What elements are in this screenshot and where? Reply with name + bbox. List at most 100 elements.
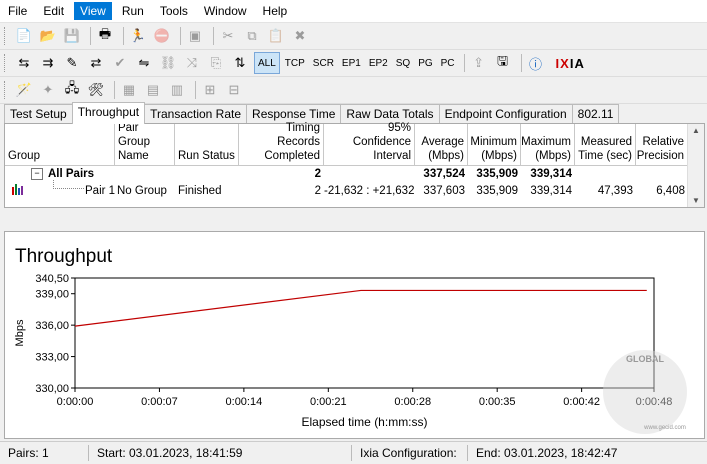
save-results-icon[interactable]: 🖫 — [493, 53, 513, 73]
grid-vertical-scrollbar[interactable]: ▲ ▼ — [687, 124, 704, 207]
filter-sq-button[interactable]: SQ — [393, 53, 413, 73]
paste-icon[interactable]: 📋 — [266, 26, 286, 46]
new-file-icon[interactable]: 📄 — [14, 26, 34, 46]
wizard-2-icon[interactable]: ✦ — [38, 80, 58, 100]
network-icon[interactable]: 🖧 — [62, 80, 82, 100]
x-tick-label: 0:00:14 — [226, 396, 263, 408]
watermark-url: www.gecid.com — [643, 425, 686, 431]
tab-test-setup[interactable]: Test Setup — [4, 104, 73, 124]
save-icon[interactable]: 💾 — [62, 26, 82, 46]
filter-ep1-button[interactable]: EP1 — [339, 53, 364, 73]
col-header-measured-time[interactable]: Measured Time (sec) — [575, 124, 636, 166]
stop-icon[interactable]: ⛔ — [152, 26, 172, 46]
add-multicast-icon[interactable]: ⇉ — [38, 53, 58, 73]
tab-802-11[interactable]: 802.11 — [571, 104, 620, 124]
layout-2-icon[interactable]: ⊟ — [224, 80, 244, 100]
status-pairs: Pairs: 1 — [0, 445, 89, 461]
col-header-timing-records[interactable]: Timing Records Completed — [239, 122, 324, 166]
split-icon[interactable]: ⤨ — [182, 53, 202, 73]
menu-help[interactable]: Help — [257, 2, 294, 20]
col-header-pair-group-name[interactable]: Pair Group Name — [115, 122, 175, 166]
grid-3-icon[interactable]: ▥ — [167, 80, 187, 100]
filter-pg-button[interactable]: PG — [415, 53, 435, 73]
tab-throughput[interactable]: Throughput — [71, 102, 146, 124]
pair-1-timing: 2 — [314, 185, 321, 197]
y-tick-label: 340,50 — [35, 273, 69, 285]
tab-endpoint-configuration[interactable]: Endpoint Configuration — [438, 104, 573, 124]
scroll-down-icon[interactable]: ▼ — [692, 196, 700, 205]
pair-1-minimum: 335,909 — [476, 185, 518, 197]
tree-connector — [53, 180, 84, 189]
y-axis-label: Mbps — [14, 319, 26, 346]
menu-edit[interactable]: Edit — [37, 2, 70, 20]
layout-icon[interactable]: ⊞ — [200, 80, 220, 100]
menu-tools[interactable]: Tools — [154, 2, 194, 20]
delete-icon[interactable]: ✖ — [290, 26, 310, 46]
grid-2-icon[interactable]: ▤ — [143, 80, 163, 100]
col-header-pair-group-name-line2: Name — [118, 150, 149, 162]
check-icon[interactable]: ✔ — [110, 53, 130, 73]
edit-pair-icon[interactable]: ✎ — [62, 53, 82, 73]
toolbar-separator — [463, 54, 465, 72]
all-pairs-label: All Pairs — [48, 168, 95, 180]
col-header-relative-precision[interactable]: Relative Precision — [636, 124, 688, 166]
grid-1-icon[interactable]: ▦ — [119, 80, 139, 100]
print-icon[interactable]: 🖶 — [95, 26, 115, 46]
y-tick-label: 330,00 — [35, 383, 69, 395]
toolbar-separator — [90, 27, 91, 45]
col-header-maximum[interactable]: Maximum (Mbps) — [521, 124, 575, 166]
scroll-up-icon[interactable]: ▲ — [692, 126, 700, 135]
menu-run[interactable]: Run — [116, 2, 150, 20]
pair-1-average: 337,603 — [423, 185, 465, 197]
swap-endpoints-icon[interactable]: ⇋ — [134, 53, 154, 73]
menu-file[interactable]: File — [2, 2, 33, 20]
col-header-rel-line2: Precision — [636, 150, 684, 162]
toolbar-separator — [520, 54, 522, 72]
toolbar-pairs: ⇆ ⇉ ✎ ⇄ ✔ ⇋ ⛓ ⤨ ⎘ ⇅ ALL TCP SCR EP1 EP2 … — [0, 50, 707, 77]
sort-icon[interactable]: ⇅ — [230, 53, 250, 73]
col-header-conf-line2: Interval — [373, 150, 411, 162]
filter-pc-button[interactable]: PC — [438, 53, 458, 73]
filter-all-button[interactable]: ALL — [254, 52, 280, 74]
col-header-max-line1: Maximum — [521, 136, 571, 148]
col-header-min-line1: Minimum — [470, 136, 517, 148]
pair-1-label: Pair 1 — [85, 185, 116, 197]
col-header-group[interactable]: Group — [5, 124, 115, 166]
status-ixia-configuration: Ixia Configuration: — [352, 445, 468, 461]
add-pair-icon[interactable]: ⇆ — [14, 53, 34, 73]
run-icon[interactable]: 🏃 — [128, 26, 148, 46]
all-pairs-maximum: 339,314 — [530, 168, 572, 180]
link-icon[interactable]: ⛓ — [158, 53, 178, 73]
col-header-average[interactable]: Average (Mbps) — [415, 124, 468, 166]
col-header-confidence[interactable]: 95% Confidence Interval — [324, 122, 415, 166]
cut-icon[interactable]: ✂ — [218, 26, 238, 46]
filter-scr-button[interactable]: SCR — [310, 53, 337, 73]
throughput-chart-panel: Throughput 330,00 333,00 336,00 339,00 340,50… — [4, 231, 705, 439]
filter-ep2-button[interactable]: EP2 — [366, 53, 391, 73]
menu-view[interactable]: View — [74, 2, 112, 20]
tools-icon[interactable]: 🛠 — [86, 80, 106, 100]
info-icon[interactable]: ⓘ — [526, 53, 546, 73]
wizard-icon[interactable]: 🪄 — [14, 80, 34, 100]
export-icon[interactable]: ⇪ — [469, 53, 489, 73]
open-folder-icon[interactable]: 📂 — [38, 26, 58, 46]
col-header-run-status[interactable]: Run Status — [175, 124, 239, 166]
pair-1-confidence: -21,632 : +21,632 — [324, 185, 415, 197]
filter-tcp-button[interactable]: TCP — [282, 53, 308, 73]
col-header-minimum[interactable]: Minimum (Mbps) — [468, 124, 521, 166]
script-icon[interactable]: ⎘ — [206, 53, 226, 73]
toolbar-grip — [4, 54, 8, 72]
x-tick-label: 0:00:28 — [394, 396, 431, 408]
status-bar: Pairs: 1 Start: 03.01.2023, 18:41:59 Ixi… — [0, 441, 707, 464]
toolbar-separator — [114, 81, 115, 99]
col-header-run-status-label: Run Status — [178, 150, 235, 162]
chart-title: Throughput — [15, 246, 113, 267]
menu-window[interactable]: Window — [198, 2, 253, 20]
x-tick-label: 0:00:21 — [310, 396, 347, 408]
bar-chart-icon — [11, 183, 23, 195]
rename-icon[interactable]: ⇄ — [86, 53, 106, 73]
copy-icon[interactable]: ⧉ — [242, 26, 262, 46]
col-header-avg-line2: (Mbps) — [428, 150, 464, 162]
collapse-toggle-icon[interactable]: − — [31, 168, 43, 180]
properties-icon[interactable]: ▣ — [185, 26, 205, 46]
